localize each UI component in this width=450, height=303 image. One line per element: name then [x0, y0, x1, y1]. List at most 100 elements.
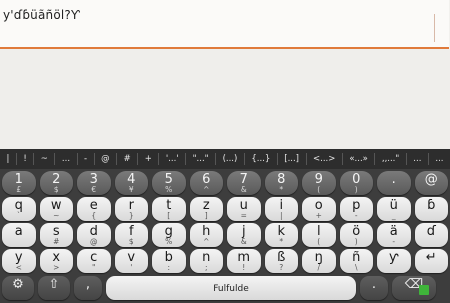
comma-key[interactable]: ,	[74, 276, 102, 300]
key-num_row-10[interactable]: .	[377, 171, 411, 195]
key-secondary-label: /	[317, 263, 321, 272]
settings-key[interactable]: ⚙	[2, 276, 34, 300]
key-secondary-label: ]	[204, 211, 208, 220]
key-row3-9[interactable]: ñ \	[339, 249, 373, 273]
symbol-key[interactable]: <...>	[307, 154, 342, 164]
key-row2-0[interactable]: a	[2, 223, 36, 247]
key-row1-2[interactable]: e{	[77, 197, 111, 221]
symbol-key[interactable]: !	[17, 154, 33, 164]
key-secondary-label: _	[391, 211, 396, 220]
key-secondary-label: $	[128, 237, 134, 246]
key-num_row-6[interactable]: 7 &	[227, 171, 261, 195]
key-num_row-5[interactable]: 6 ^	[189, 171, 223, 195]
key-secondary-label: ^	[203, 237, 210, 246]
key-row1-4[interactable]: t[	[152, 197, 186, 221]
key-row2-1[interactable]: s #	[39, 223, 73, 247]
key-label: ɓ	[427, 198, 436, 213]
key-row1-5[interactable]: z]	[189, 197, 223, 221]
symbol-key[interactable]: '...'	[159, 154, 185, 164]
key-row2-9[interactable]: ö)	[339, 223, 373, 247]
symbol-key[interactable]: [...]	[278, 154, 306, 164]
bottom-row: ⚙ ⇧ , Fulfulde . ⌫	[0, 276, 450, 300]
key-num_row-2[interactable]: 3 €	[77, 171, 111, 195]
key-row3-2[interactable]: c "	[77, 249, 111, 273]
key-secondary-label: (	[317, 237, 321, 246]
key-secondary-label: #	[53, 237, 60, 246]
key-row2-6[interactable]: j &	[227, 223, 261, 247]
symbol-key[interactable]: +	[138, 154, 158, 164]
key-num_row-11[interactable]: @	[414, 171, 448, 195]
key-row1-1[interactable]: w ~	[39, 197, 73, 221]
key-row3-5[interactable]: n;	[189, 249, 223, 273]
key-row3-3[interactable]: v '	[114, 249, 148, 273]
number-row: 1 £2 $3 €4 ¥5% 6 ^ 7 & 8 * 9(0). @	[0, 171, 450, 195]
key-num_row-3[interactable]: 4 ¥	[114, 171, 148, 195]
key-row2-4[interactable]: g%	[152, 223, 186, 247]
key-num_row-8[interactable]: 9(	[302, 171, 336, 195]
symbol-key[interactable]: #	[117, 154, 137, 164]
resize-handle[interactable]	[434, 14, 443, 42]
key-num_row-7[interactable]: 8 *	[264, 171, 298, 195]
key-num_row-1[interactable]: 2 $	[39, 171, 73, 195]
symbol-key[interactable]: ,,..."	[375, 154, 405, 164]
period-key[interactable]: .	[360, 276, 388, 300]
key-secondary-label: ^	[203, 185, 210, 194]
space-bar[interactable]: Fulfulde	[106, 276, 356, 300]
backspace-key[interactable]: ⌫	[392, 276, 436, 300]
key-row1-10[interactable]: ü _	[377, 197, 411, 221]
key-row3-4[interactable]: b:	[152, 249, 186, 273]
key-secondary-label: !	[242, 263, 246, 272]
key-num_row-4[interactable]: 5%	[152, 171, 186, 195]
key-secondary-label: ¥	[128, 185, 134, 194]
key-row3-0[interactable]: y <	[2, 249, 36, 273]
key-row3-1[interactable]: x >	[39, 249, 73, 273]
symbol-key[interactable]: ...	[55, 154, 76, 164]
key-secondary-label: }	[128, 211, 134, 220]
key-row2-8[interactable]: l(	[302, 223, 336, 247]
key-row3-11[interactable]: ↵	[414, 249, 448, 273]
key-row2-3[interactable]: f $	[114, 223, 148, 247]
symbol-key[interactable]: "..."	[186, 154, 215, 164]
comma-label: ,	[85, 277, 91, 292]
key-num_row-9[interactable]: 0)	[339, 171, 373, 195]
space-language-label: Fulfulde	[213, 284, 249, 294]
key-secondary-label: €	[91, 185, 97, 194]
key-num_row-0[interactable]: 1 £	[2, 171, 36, 195]
key-secondary-label: £	[16, 185, 22, 194]
symbol-strip: |! ~... - @ # + '...' "..." (...) {...} [...] <...>…	[0, 149, 450, 169]
key-row2-11[interactable]: ɗ	[414, 223, 448, 247]
key-row1-9[interactable]: p-	[339, 197, 373, 221]
symbol-key[interactable]: ~	[34, 154, 54, 164]
key-row3-10[interactable]: ƴ	[377, 249, 411, 273]
symbol-key[interactable]: {...}	[245, 154, 277, 164]
symbol-key[interactable]: (...)	[216, 154, 244, 164]
shift-key[interactable]: ⇧	[38, 276, 70, 300]
key-row1-11[interactable]: ɓ	[414, 197, 448, 221]
key-row1-6[interactable]: u =	[227, 197, 261, 221]
symbol-key[interactable]: ...	[429, 154, 450, 164]
key-row1-8[interactable]: o +	[302, 197, 336, 221]
key-secondary-label: &	[240, 237, 247, 246]
key-row2-2[interactable]: d @	[77, 223, 111, 247]
key-row2-5[interactable]: h ^	[189, 223, 223, 247]
symbol-key[interactable]: @	[95, 154, 117, 164]
key-secondary-label: *	[279, 185, 284, 194]
key-row1-0[interactable]: q `	[2, 197, 36, 221]
symbol-key[interactable]: ...	[407, 154, 428, 164]
key-row2-10[interactable]: ä-	[377, 223, 411, 247]
key-secondary-label: &	[240, 185, 247, 194]
key-row3-8[interactable]: ŋ /	[302, 249, 336, 273]
text-input-area[interactable]: y'ɗɓüãñöl?Ƴ	[0, 0, 449, 49]
symbol-key[interactable]: |	[0, 154, 16, 164]
key-row1-7[interactable]: i |	[264, 197, 298, 221]
key-row3-6[interactable]: m!	[227, 249, 261, 273]
key-secondary-label: )	[354, 237, 358, 246]
period-label: .	[371, 277, 377, 292]
key-row1-3[interactable]: r}	[114, 197, 148, 221]
empty-canvas	[0, 49, 450, 149]
symbol-key[interactable]: «...»	[343, 154, 375, 164]
key-secondary-label: ~	[53, 211, 60, 220]
key-row2-7[interactable]: k *	[264, 223, 298, 247]
key-row3-7[interactable]: ß?	[264, 249, 298, 273]
symbol-key[interactable]: -	[78, 154, 94, 164]
